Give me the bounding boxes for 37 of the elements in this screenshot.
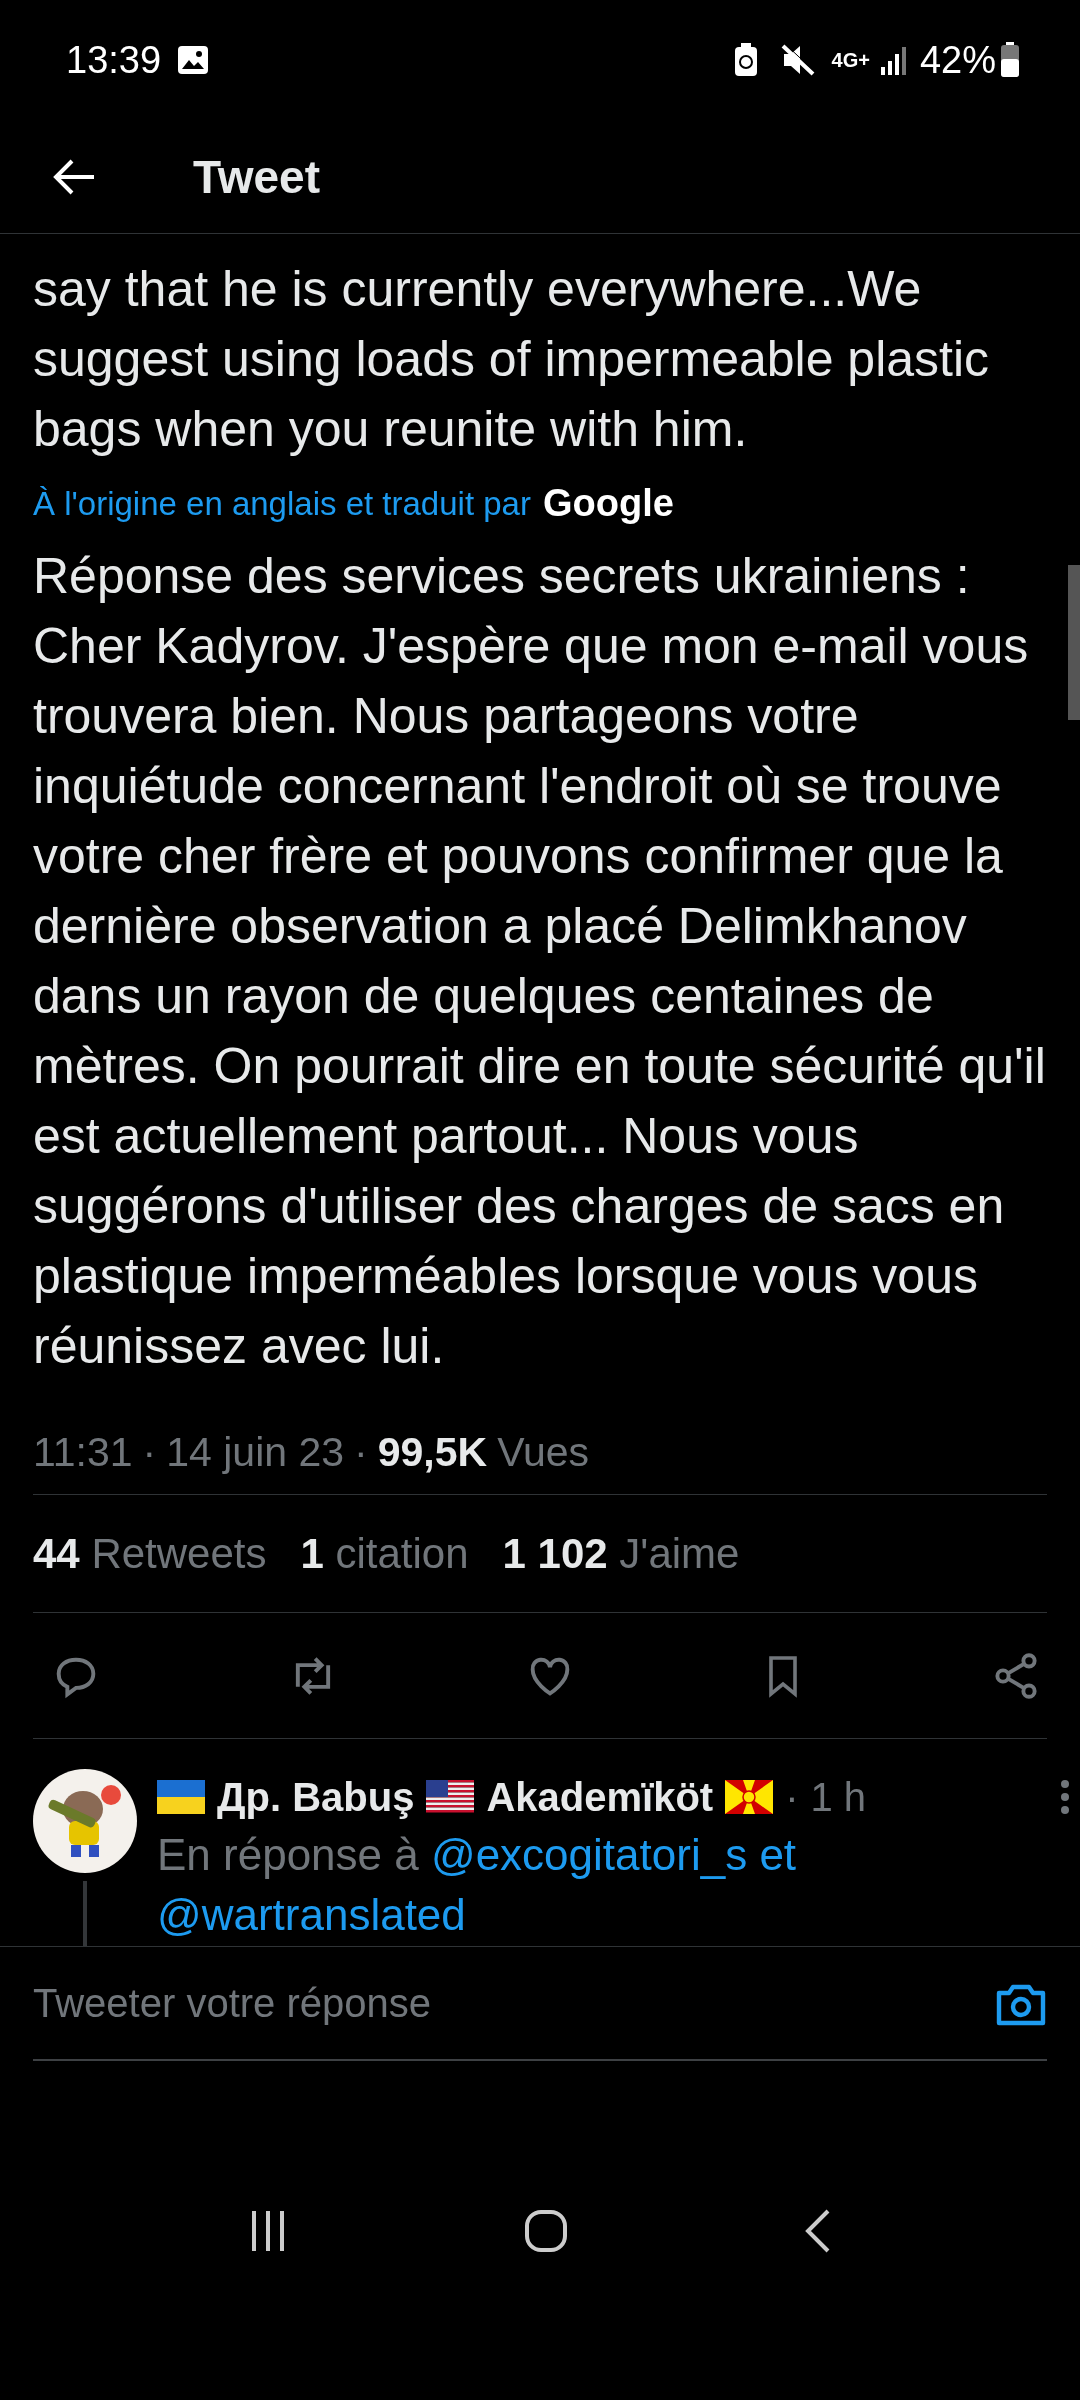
tweet-date: 14 juin 23: [166, 1429, 345, 1476]
view-count: 99,5K: [377, 1429, 488, 1476]
clock: 13:39: [66, 38, 162, 82]
battery-saver-icon: [733, 43, 758, 77]
home-button[interactable]: [524, 2208, 568, 2253]
tweet-text: say that he is currently everywhere...We suggest using loads of impermeable plastic bags when you reunite with him.: [33, 260, 991, 459]
tweet-time: 11:31: [33, 1429, 133, 1476]
author-name[interactable]: Akademïköt: [486, 1774, 714, 1820]
separator-dot: ·: [142, 1429, 157, 1476]
separator-dot: ·: [785, 1774, 799, 1820]
more-button[interactable]: [1060, 1779, 1070, 1815]
engagement-stat[interactable]: 1 citation: [300, 1529, 469, 1578]
flag-icon: [426, 1780, 475, 1814]
battery-icon: [1000, 42, 1020, 78]
flag-icon: [157, 1780, 205, 1814]
mention-link[interactable]: @wartranslated: [157, 1890, 466, 1939]
translation-note: À l'origine en anglais et traduit par: [33, 484, 531, 523]
engagement-stat[interactable]: 44 Retweets: [33, 1529, 267, 1578]
image-icon: [177, 45, 210, 75]
reply-age: 1 h: [810, 1774, 867, 1820]
mention-link[interactable]: @excogitatori_s: [431, 1830, 748, 1879]
network-type: 4G+: [831, 48, 870, 72]
conjunction: et: [759, 1830, 797, 1879]
page-title: Tweet: [193, 149, 320, 204]
signal-icon: [879, 45, 908, 75]
battery-percentage: 42%: [919, 38, 996, 82]
replying-to: En réponse à @excogitatori_s et @wartranslated: [157, 1829, 798, 1941]
author-name[interactable]: Др. Babuş: [217, 1774, 415, 1820]
translator-logo: Google: [542, 482, 674, 525]
avatar[interactable]: [33, 1769, 137, 1873]
view-label: Vues: [497, 1429, 590, 1476]
separator-dot: ·: [354, 1429, 368, 1476]
mute-icon: [779, 43, 816, 77]
engagement-stat[interactable]: 1 102 J'aime: [502, 1529, 740, 1578]
reply-input[interactable]: Tweeter votre réponse: [33, 1980, 733, 2026]
flag-icon: [725, 1780, 774, 1814]
translated-text: Réponse des services secrets ukrainiens : Cher Kadyrov. J'espère que mon e-mail vous trouvera bien. Nous partageons votre inquiétude concernant l'endroit où se trouve votre cher frère et pouvons confirmer que la dernière observation a placé Delimkhanov dans un rayon de quelques centaines de mètres. On pourrait dire en toute sécurité qu'il est actuellement partout... Nous vous suggérons d'utiliser des charges de sacs en plastique imperméables lorsque vous vous réunissez avec lui.: [33, 547, 1047, 1376]
